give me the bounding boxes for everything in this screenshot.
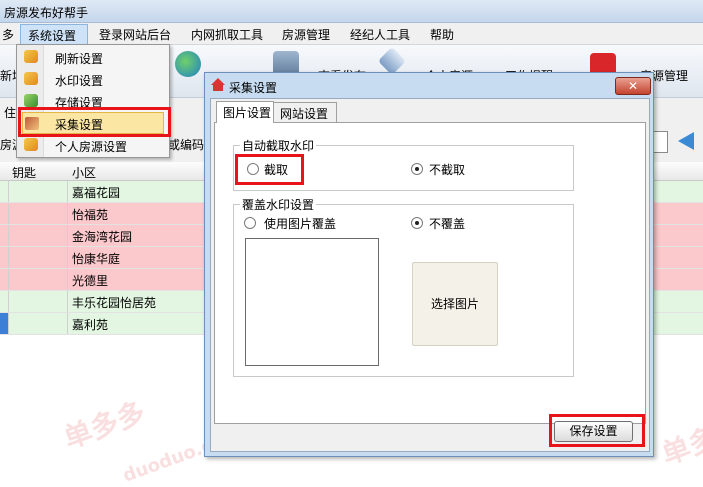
key-cell <box>9 225 68 246</box>
row-indicator-cell <box>0 247 9 268</box>
menu-item-help[interactable]: 帮助 <box>430 26 454 43</box>
collect-settings-dialog: 采集设置 ✕ 图片设置 网站设置 自动截取水印 截取 不截取 覆盖水印设置 使用… <box>204 72 654 457</box>
search-hint: 或编码 <box>168 138 205 152</box>
group-title: 覆盖水印设置 <box>240 196 317 213</box>
row-indicator-cell <box>0 181 9 202</box>
house-icon <box>211 78 225 85</box>
highlight-box-capture <box>235 154 304 185</box>
system-settings-menu: 刷新设置 水印设置 存储设置 采集设置 个人房源设置 <box>16 44 170 158</box>
radio-no-cover[interactable] <box>411 217 423 229</box>
menu-item-refresh-settings[interactable]: 刷新设置 <box>17 46 169 68</box>
tab-image-settings[interactable]: 图片设置 <box>216 101 274 123</box>
row-indicator-cell <box>0 291 9 312</box>
watermark-icon <box>24 72 38 85</box>
menu-item-watermark-settings[interactable]: 水印设置 <box>17 68 169 90</box>
highlight-box-save <box>549 414 645 447</box>
key-cell <box>9 181 68 202</box>
radio-no-capture-label[interactable]: 不截取 <box>429 161 465 178</box>
window-title-bar: 房源发布好帮手 <box>0 0 703 23</box>
community-cell: 嘉利苑 <box>72 318 109 332</box>
tab-website-settings[interactable]: 网站设置 <box>273 102 337 122</box>
key-cell <box>9 291 68 312</box>
radio-use-image-cover-label[interactable]: 使用图片覆盖 <box>264 215 336 232</box>
row-indicator-cell <box>0 269 9 290</box>
column-header-key[interactable]: 钥匙 <box>12 164 36 181</box>
community-cell: 怡康华庭 <box>72 252 121 266</box>
menu-item-login-backend[interactable]: 登录网站后台 <box>99 26 171 43</box>
refresh-icon <box>24 50 38 63</box>
dialog-body: 图片设置 网站设置 自动截取水印 截取 不截取 覆盖水印设置 使用图片覆盖 不覆… <box>210 98 650 452</box>
radio-no-capture[interactable] <box>411 163 423 175</box>
storage-icon <box>24 94 38 107</box>
close-button[interactable]: ✕ <box>615 77 651 95</box>
tab-label: 图片设置 <box>223 106 272 120</box>
image-preview <box>245 238 379 366</box>
key-cell <box>9 313 68 334</box>
menu-item-listing-manage[interactable]: 房源管理 <box>282 26 330 43</box>
choose-image-button[interactable]: 选择图片 <box>412 262 498 346</box>
row-indicator-cell <box>0 313 9 334</box>
key-cell <box>9 247 68 268</box>
window-title: 房源发布好帮手 <box>4 6 89 20</box>
menu-item-intranet-tool[interactable]: 内网抓取工具 <box>191 26 263 43</box>
radio-use-image-cover[interactable] <box>244 217 256 229</box>
group-title: 自动截取水印 <box>240 137 317 154</box>
community-cell: 怡福苑 <box>72 208 109 222</box>
house-icon[interactable] <box>377 46 407 76</box>
key-cell <box>9 203 68 224</box>
tab-label: 网站设置 <box>280 107 329 121</box>
menu-item-label: 水印设置 <box>55 74 104 88</box>
menu-item-personal-listing-settings[interactable]: 个人房源设置 <box>17 134 169 156</box>
community-cell: 光德里 <box>72 274 109 288</box>
key-cell <box>9 269 68 290</box>
arrow-left-icon[interactable] <box>678 132 694 150</box>
row-indicator-cell <box>0 203 9 224</box>
community-cell: 嘉福花园 <box>72 186 121 200</box>
row-indicator-cell <box>0 225 9 246</box>
menu-item-agent-tools[interactable]: 经纪人工具 <box>350 26 410 43</box>
cover-watermark-group: 覆盖水印设置 使用图片覆盖 不覆盖 选择图片 <box>233 196 574 377</box>
community-cell: 金海湾花园 <box>72 230 133 244</box>
radio-no-cover-label[interactable]: 不覆盖 <box>429 215 465 232</box>
search-input[interactable] <box>652 131 668 153</box>
menu-item-label: 刷新设置 <box>55 52 104 66</box>
tab-residential[interactable]: 住 <box>4 104 16 121</box>
highlight-box-collect-settings <box>18 107 171 137</box>
menu-bar: 多 系统设置 登录网站后台 内网抓取工具 房源管理 经纪人工具 帮助 <box>0 23 703 45</box>
tab-panel-image-settings: 自动截取水印 截取 不截取 覆盖水印设置 使用图片覆盖 不覆盖 选择图片 <box>214 122 646 424</box>
menu-item-label: 系统设置 <box>28 29 77 43</box>
dialog-title-bar: 采集设置 ✕ <box>205 73 653 97</box>
menu-item-system-settings[interactable]: 系统设置 <box>20 24 88 45</box>
house-icon-body <box>213 85 223 91</box>
menu-item-more[interactable]: 多 <box>2 26 14 43</box>
globe-icon[interactable] <box>175 51 201 77</box>
community-cell: 丰乐花园怡居苑 <box>72 296 157 310</box>
column-header-community[interactable]: 小区 <box>72 164 96 181</box>
menu-item-label: 个人房源设置 <box>55 140 128 154</box>
dialog-title: 采集设置 <box>229 81 278 95</box>
person-icon <box>24 138 38 151</box>
